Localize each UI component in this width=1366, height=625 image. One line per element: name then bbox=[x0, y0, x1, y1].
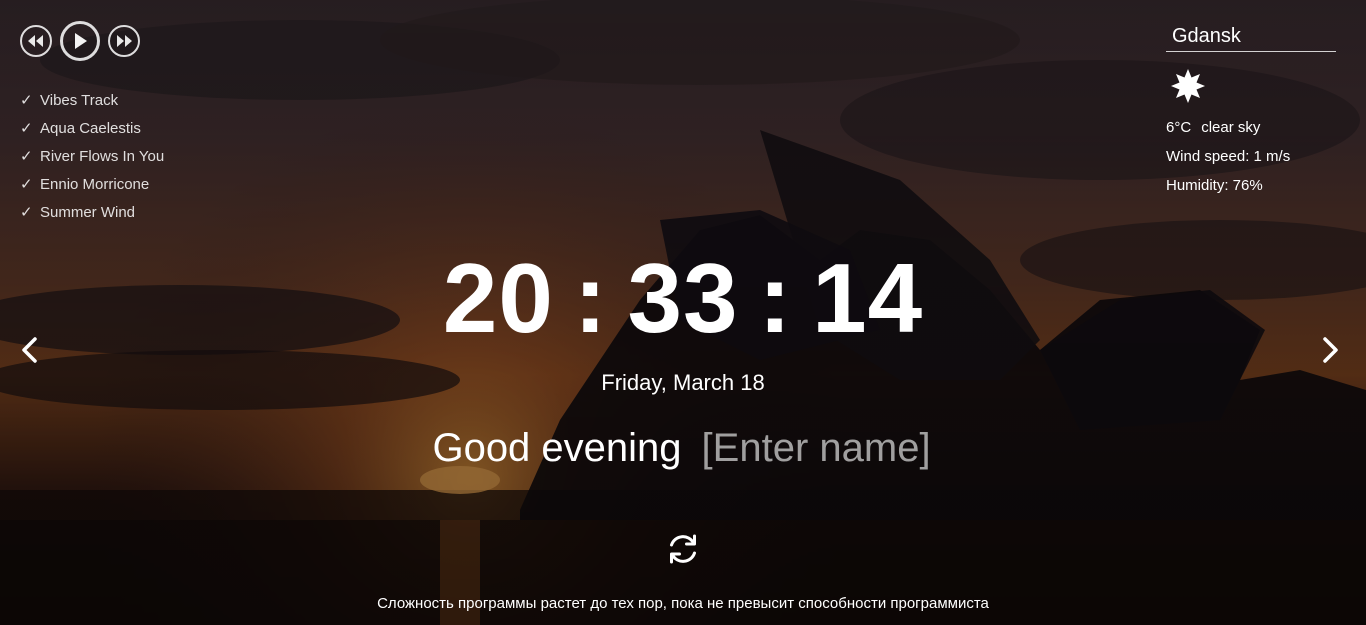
clock-hours: 20 bbox=[442, 243, 554, 353]
clock: 20:33:14 bbox=[0, 248, 1366, 348]
date: Friday, March 18 bbox=[601, 370, 765, 395]
check-icon: ✓ bbox=[20, 148, 33, 165]
play-button[interactable] bbox=[60, 21, 100, 61]
refresh-quote-button[interactable] bbox=[665, 531, 701, 567]
humidity: Humidity: 76% bbox=[1166, 177, 1263, 194]
weather-summary: 6°C clear sky bbox=[1166, 118, 1336, 138]
track-title: Aqua Caelestis bbox=[40, 120, 141, 137]
playlist-item[interactable]: ✓ Vibes Track bbox=[20, 90, 164, 118]
wind-speed: Wind speed: 1 m/s bbox=[1166, 148, 1291, 165]
playlist-item[interactable]: ✓ Summer Wind bbox=[20, 202, 164, 230]
weather-description: clear sky bbox=[1201, 119, 1261, 136]
check-icon: ✓ bbox=[20, 120, 33, 137]
playlist-item[interactable]: ✓ Ennio Morricone bbox=[20, 174, 164, 202]
next-track-button[interactable] bbox=[108, 25, 140, 57]
playlist-item[interactable]: ✓ River Flows In You bbox=[20, 146, 164, 174]
audio-player bbox=[20, 21, 140, 61]
fast-forward-icon bbox=[117, 35, 132, 47]
playlist-item[interactable]: ✓ Aqua Caelestis bbox=[20, 118, 164, 146]
clock-minutes: 33 bbox=[627, 243, 739, 353]
track-title: Ennio Morricone bbox=[40, 176, 150, 193]
track-title: River Flows In You bbox=[40, 148, 165, 165]
greeting-container: Good evening bbox=[0, 426, 1366, 471]
track-title: Vibes Track bbox=[40, 92, 119, 109]
check-icon: ✓ bbox=[20, 176, 33, 193]
clock-separator: : bbox=[573, 243, 608, 353]
clock-separator: : bbox=[758, 243, 793, 353]
temperature: 6°C bbox=[1166, 119, 1192, 136]
quote-text: Сложность программы растет до тех пор, п… bbox=[377, 595, 989, 612]
city-input[interactable]: Gdansk bbox=[1166, 22, 1336, 52]
check-icon: ✓ bbox=[20, 92, 33, 109]
sun-icon bbox=[1171, 69, 1205, 103]
greeting-text: Good evening bbox=[432, 426, 682, 470]
name-input[interactable] bbox=[701, 426, 934, 471]
previous-track-button[interactable] bbox=[20, 25, 52, 57]
rewind-icon bbox=[28, 35, 43, 47]
play-icon bbox=[75, 33, 87, 49]
playlist: ✓ Vibes Track ✓ Aqua Caelestis ✓ River Flow… bbox=[20, 90, 164, 230]
check-icon: ✓ bbox=[20, 204, 33, 221]
weather-widget: Gdansk 6°C clear sky Wind speed: 1 m/s Hu… bbox=[1166, 22, 1336, 196]
clock-seconds: 14 bbox=[812, 243, 924, 353]
track-title: Summer Wind bbox=[40, 204, 136, 221]
